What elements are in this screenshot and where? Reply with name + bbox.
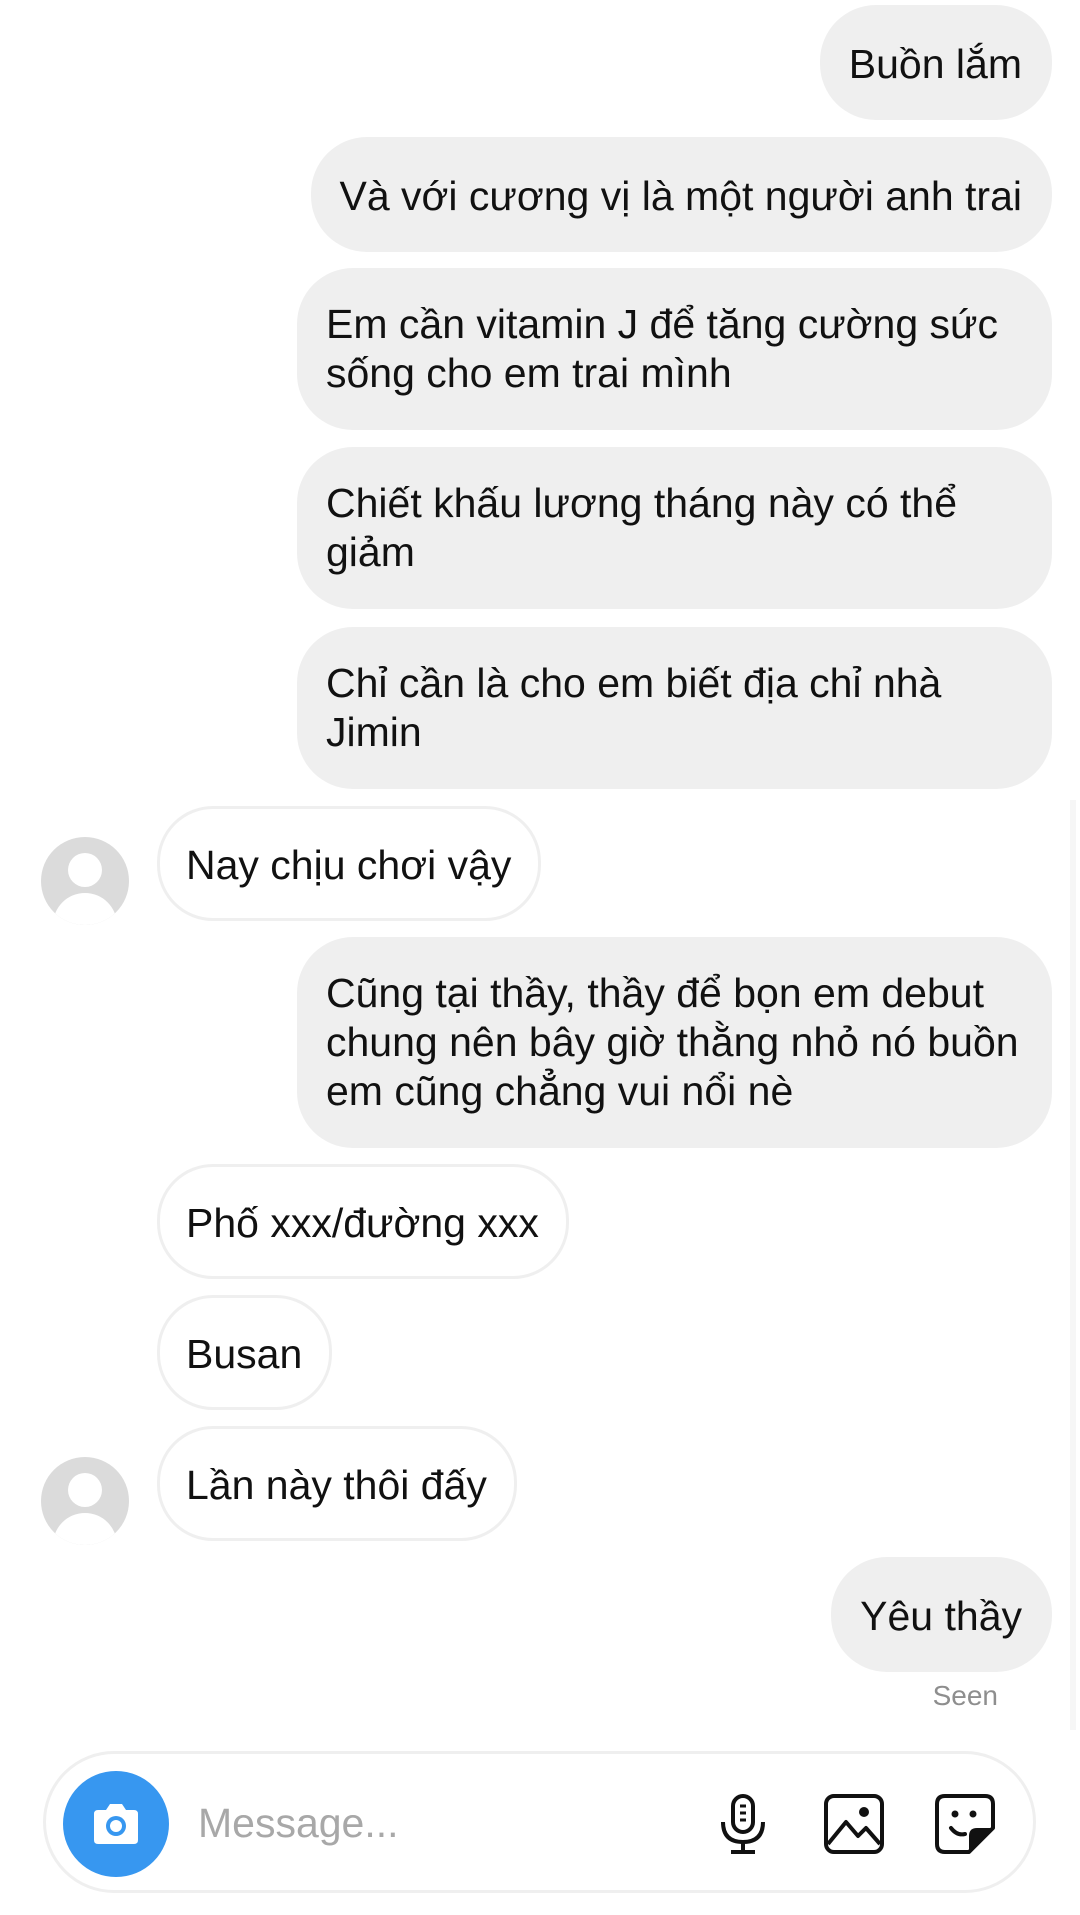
outgoing-message[interactable]: Và với cương vị là một người anh trai — [310, 137, 1052, 252]
avatar-head-shape — [68, 853, 102, 887]
incoming-message[interactable]: Lần này thôi đấy — [157, 1426, 517, 1541]
contact-avatar[interactable] — [41, 837, 129, 925]
camera-button[interactable] — [63, 1771, 169, 1877]
outgoing-message[interactable]: Cũng tại thầy, thầy để bọn em debut chun… — [297, 937, 1052, 1148]
avatar-body-shape — [53, 1513, 117, 1545]
camera-icon — [94, 1804, 138, 1844]
outgoing-message[interactable]: Buồn lắm — [819, 5, 1052, 120]
outgoing-message[interactable]: Em cần vitamin J để tăng cường sức sống … — [297, 268, 1052, 430]
incoming-message[interactable]: Nay chịu chơi vậy — [157, 806, 542, 921]
outgoing-message[interactable]: Chiết khấu lương tháng này có thể giảm — [297, 447, 1052, 609]
gallery-button[interactable] — [822, 1792, 886, 1856]
sticker-icon — [935, 1794, 995, 1854]
microphone-icon — [721, 1794, 765, 1854]
contact-avatar[interactable] — [41, 1457, 129, 1545]
gallery-icon — [824, 1794, 884, 1854]
scrollbar[interactable] — [1070, 800, 1076, 1730]
incoming-message[interactable]: Busan — [157, 1295, 333, 1410]
seen-status: Seen — [932, 1680, 998, 1711]
message-composer — [43, 1751, 1036, 1893]
avatar-head-shape — [68, 1473, 102, 1507]
outgoing-message[interactable]: Chỉ cần là cho em biết địa chỉ nhà Jimin — [297, 627, 1052, 789]
message-thread[interactable]: Buồn lắm Và với cương vị là một người an… — [0, 0, 1080, 1740]
outgoing-message[interactable]: Yêu thầy — [831, 1557, 1052, 1672]
sticker-button[interactable] — [933, 1792, 997, 1856]
message-input[interactable] — [198, 1792, 698, 1854]
avatar-body-shape — [53, 893, 117, 925]
incoming-message[interactable]: Phố xxx/đường xxx — [157, 1164, 569, 1279]
microphone-button[interactable] — [711, 1792, 775, 1856]
